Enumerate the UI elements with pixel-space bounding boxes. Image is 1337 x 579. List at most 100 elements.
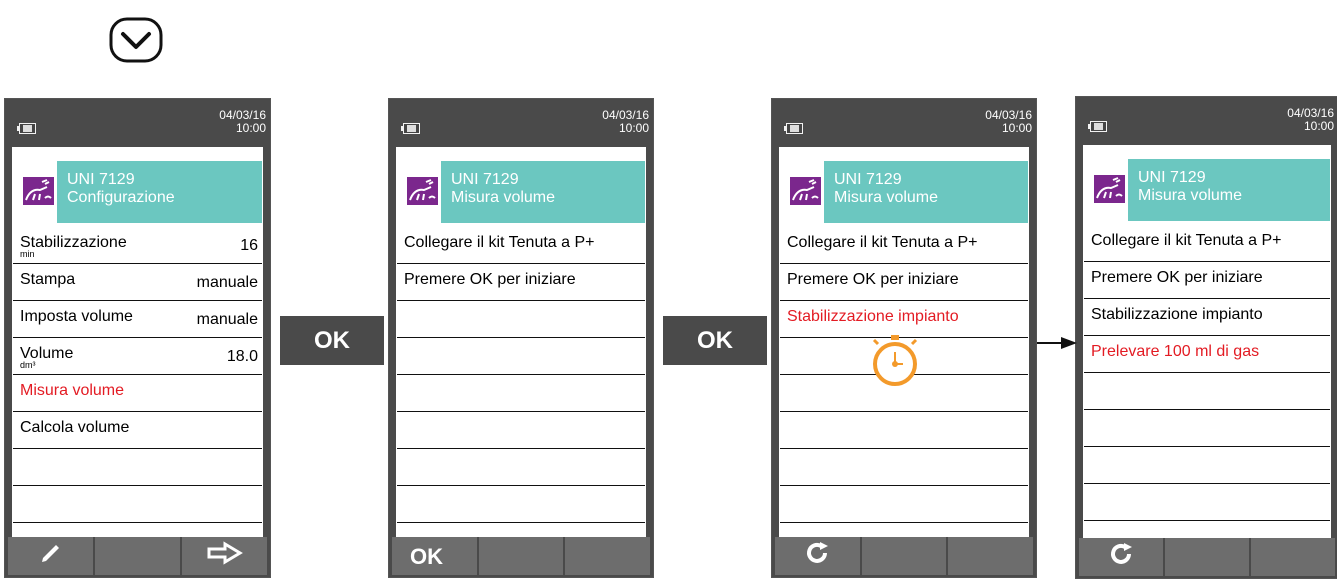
softkey-3[interactable] (948, 537, 1034, 575)
menu-row[interactable] (1084, 484, 1330, 521)
softkey-bar: OK (389, 537, 653, 577)
menu-row[interactable] (397, 449, 645, 486)
menu-list: Stabilizzazione 16 min Stampa manuale Imposta… (13, 227, 262, 523)
menu-row[interactable]: Premere OK per iniziare (1084, 262, 1330, 299)
menu-item-label: Collegare il kit Tenuta a P+ (404, 234, 595, 251)
gas-leak-test-icon (23, 177, 54, 205)
menu-item-label: Premere OK per iniziare (404, 271, 576, 288)
battery-icon (17, 123, 36, 134)
menu-item-label: Stabilizzazione (20, 234, 127, 251)
menu-item-label: Stampa (20, 271, 76, 288)
menu-row[interactable]: Stabilizzazione impianto (1084, 299, 1330, 336)
screen-subtitle: Misura volume (1138, 187, 1243, 204)
menu-row[interactable] (1084, 373, 1330, 410)
softkey-1[interactable]: OK (392, 537, 477, 575)
ok-button[interactable]: OK (663, 316, 767, 365)
screen-title: UNI 7129 (1138, 169, 1206, 186)
menu-row[interactable] (780, 486, 1028, 523)
menu-list: Collegare il kit Tenuta a P+ Premere OK p… (1084, 225, 1330, 521)
softkey-bar (1076, 538, 1337, 578)
menu-item-label: Calcola volume (20, 419, 130, 436)
screen-title: UNI 7129 (834, 171, 902, 188)
softkey-bar (772, 537, 1036, 577)
softkey-2[interactable] (861, 537, 947, 575)
arrow-right-icon (207, 541, 243, 571)
menu-row[interactable] (780, 449, 1028, 486)
screen-subtitle: Configurazione (67, 189, 175, 206)
softkey-3[interactable] (182, 537, 267, 575)
menu-row[interactable]: Stabilizzazione impianto (780, 301, 1028, 338)
screen-title: UNI 7129 (67, 171, 135, 188)
menu-item-label: Collegare il kit Tenuta a P+ (787, 234, 978, 251)
date-time: 04/03/16 10:00 (985, 108, 1032, 135)
gas-leak-test-icon (1094, 175, 1125, 203)
display-area: UNI 7129 Misura volume Collegare il kit Te… (397, 149, 645, 535)
softkey-1[interactable] (775, 537, 860, 575)
menu-row[interactable]: Collegare il kit Tenuta a P+ (397, 227, 645, 264)
screen-header: UNI 7129 Misura volume (1092, 159, 1330, 221)
refresh-icon (805, 541, 829, 571)
softkey-2[interactable] (95, 537, 180, 575)
menu-row[interactable]: Collegare il kit Tenuta a P+ (780, 227, 1028, 264)
softkey-1[interactable] (1079, 538, 1163, 576)
menu-row[interactable] (397, 301, 645, 338)
menu-row[interactable] (13, 486, 262, 523)
menu-row[interactable] (780, 412, 1028, 449)
menu-row[interactable]: Premere OK per iniziare (397, 264, 645, 301)
menu-row[interactable] (1084, 410, 1330, 447)
softkey-2[interactable] (478, 537, 564, 575)
stopwatch-icon (872, 335, 918, 386)
menu-item-label: Misura volume (20, 382, 125, 399)
menu-item-label: Premere OK per iniziare (1091, 269, 1263, 286)
unit-label: dm³ (20, 360, 36, 370)
gas-leak-test-icon (407, 177, 438, 205)
battery-icon (784, 123, 803, 134)
menu-row[interactable] (397, 486, 645, 523)
menu-item-label: Collegare il kit Tenuta a P+ (1091, 232, 1282, 249)
menu-row[interactable] (397, 338, 645, 375)
menu-item-label: Stabilizzazione impianto (787, 308, 959, 325)
device-screen-misura-volume-start: 04/03/16 10:00 UNI 7129 Misura volume Colleg… (388, 98, 654, 578)
chevron-down-icon[interactable] (109, 17, 163, 63)
menu-item-value: 16 (240, 237, 258, 254)
menu-row[interactable] (13, 449, 262, 486)
softkey-2[interactable] (1165, 538, 1249, 576)
screen-subtitle: Misura volume (451, 189, 556, 206)
battery-icon (1088, 121, 1107, 132)
menu-item-value: 18.0 (226, 348, 258, 365)
menu-row[interactable]: Volume 18.0 dm³ (13, 338, 262, 375)
menu-row[interactable] (397, 412, 645, 449)
menu-row[interactable]: Premere OK per iniziare (780, 264, 1028, 301)
softkey-3[interactable] (565, 537, 651, 575)
menu-row[interactable] (1084, 447, 1330, 484)
device-screen-configurazione: 04/03/16 10:00 UNI 7129 Configurazione Stabi… (4, 98, 271, 578)
menu-row[interactable]: Prelevare 100 ml di gas (1084, 336, 1330, 373)
menu-row[interactable] (397, 375, 645, 412)
pencil-icon (39, 541, 63, 571)
unit-label: min (20, 249, 35, 259)
battery-icon (401, 123, 420, 134)
menu-row[interactable]: Misura volume (13, 375, 262, 412)
gas-leak-test-icon (790, 177, 821, 205)
screen-title: UNI 7129 (451, 171, 519, 188)
arrow-right-icon (1037, 337, 1077, 349)
softkey-bar (5, 537, 270, 577)
menu-row[interactable]: Collegare il kit Tenuta a P+ (1084, 225, 1330, 262)
menu-row[interactable]: Stampa manuale (13, 264, 262, 301)
menu-item-value: manuale (196, 274, 258, 291)
menu-row[interactable]: Stabilizzazione 16 min (13, 227, 262, 264)
menu-item-label: Stabilizzazione impianto (1091, 306, 1263, 323)
softkey-1[interactable] (8, 537, 93, 575)
menu-item-label: Prelevare 100 ml di gas (1091, 343, 1260, 360)
softkey-3[interactable] (1251, 538, 1335, 576)
menu-row[interactable]: Calcola volume (13, 412, 262, 449)
device-screen-misura-volume-prelievo: 04/03/16 10:00 UNI 7129 Misura volume Colleg… (1075, 96, 1337, 579)
screen-header: UNI 7129 Configurazione (21, 161, 262, 223)
refresh-icon (1109, 542, 1133, 572)
ok-button[interactable]: OK (280, 316, 384, 365)
screen-header: UNI 7129 Misura volume (788, 161, 1028, 223)
date-time: 04/03/16 10:00 (602, 108, 649, 135)
menu-row[interactable]: Imposta volume manuale (13, 301, 262, 338)
screen-subtitle: Misura volume (834, 189, 939, 206)
display-area: UNI 7129 Misura volume Collegare il kit Te… (1084, 147, 1330, 536)
